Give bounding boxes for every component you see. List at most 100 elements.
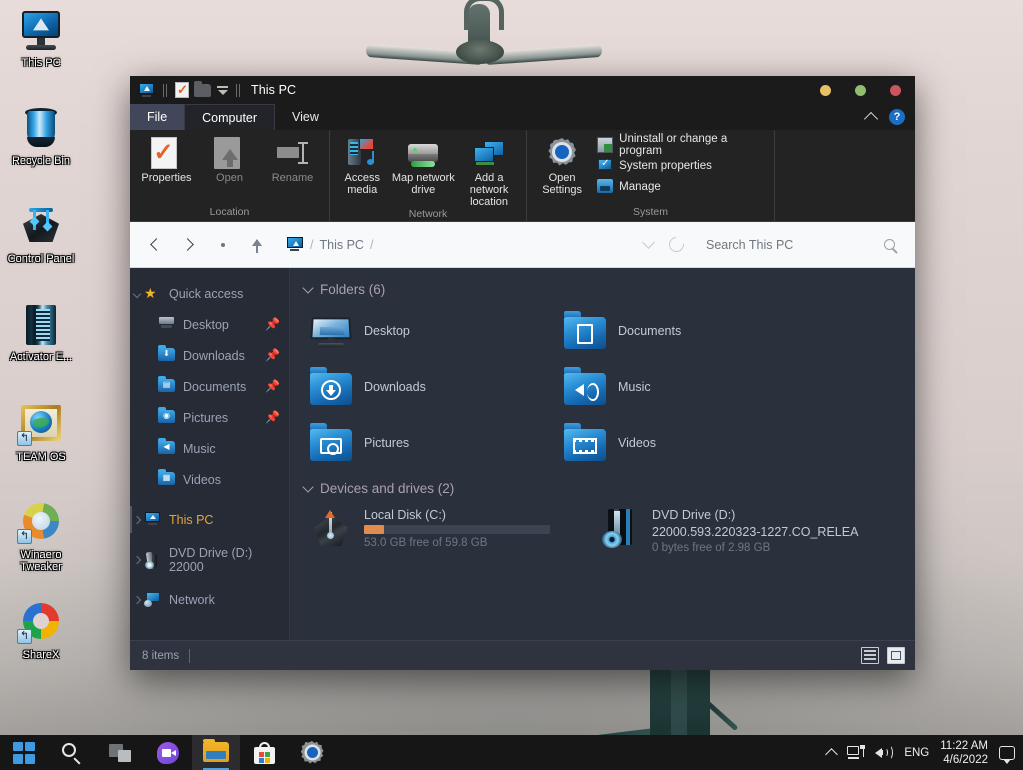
expand-arrow-icon[interactable]	[130, 555, 144, 564]
chat-button[interactable]	[144, 735, 192, 770]
pin-icon[interactable]: 📌	[265, 411, 280, 423]
dropdown-caret-icon[interactable]	[216, 85, 228, 95]
folder-tile-videos[interactable]: Videos	[552, 415, 806, 471]
sidebar-item-network[interactable]: Network	[130, 584, 289, 615]
language-indicator[interactable]: ENG	[904, 747, 929, 759]
folder-tile-desktop[interactable]: Desktop	[298, 303, 552, 359]
sidebar-item-this-pc[interactable]: This PC	[130, 504, 289, 535]
close-button[interactable]	[890, 84, 901, 96]
drive-tile-dvd[interactable]: DVD Drive (D:) 22000.593.220323-1227.CO_…	[586, 502, 874, 564]
sidebar-item-desktop[interactable]: Desktop 📌	[130, 309, 289, 340]
window-title-bar[interactable]: This PC	[130, 76, 915, 104]
expand-arrow-icon[interactable]	[130, 595, 144, 604]
tab-view[interactable]: View	[275, 104, 336, 130]
properties-icon[interactable]	[175, 82, 189, 98]
sidebar-item-downloads[interactable]: ⬇ Downloads 📌	[130, 340, 289, 371]
ribbon-tab-bar[interactable]: File Computer View ?	[130, 104, 915, 130]
breadcrumb-item-this-pc[interactable]: This PC	[319, 238, 363, 252]
pin-icon[interactable]: 📌	[265, 318, 280, 330]
map-network-drive-button[interactable]: Map network drive	[391, 134, 457, 196]
up-button[interactable]	[240, 229, 274, 261]
search-button[interactable]	[48, 735, 96, 770]
system-properties-item[interactable]: System properties	[597, 155, 768, 176]
properties-button[interactable]: Properties	[136, 134, 197, 184]
sidebar-item-documents[interactable]: ▤ Documents 📌	[130, 371, 289, 402]
help-button[interactable]: ?	[889, 109, 905, 125]
collapse-ribbon-icon[interactable]	[863, 111, 879, 127]
clock[interactable]: 11:22 AM 4/6/2022	[940, 739, 988, 767]
desktop-icon-recycle-bin[interactable]: Recycle Bin	[2, 106, 80, 167]
tray-overflow-button[interactable]	[825, 746, 839, 761]
drive-name: Local Disk (C:)	[364, 508, 446, 522]
sidebar-item-quick-access[interactable]: ★ Quick access	[130, 278, 289, 309]
taskbar[interactable]: ENG 11:22 AM 4/6/2022	[0, 735, 1023, 770]
microsoft-store-button[interactable]	[240, 735, 288, 770]
uninstall-or-change-program-item[interactable]: Uninstall or change a program	[597, 133, 768, 157]
folder-tile-documents[interactable]: Documents	[552, 303, 806, 359]
search-input[interactable]: Search This PC	[700, 230, 903, 260]
folder-icon[interactable]	[194, 80, 211, 97]
forward-button[interactable]	[172, 229, 206, 261]
folder-tile-pictures[interactable]: Pictures	[298, 415, 552, 471]
add-network-location-button[interactable]: Add a network location	[458, 134, 520, 208]
tab-file[interactable]: File	[130, 104, 185, 130]
chevron-down-icon[interactable]	[302, 480, 314, 493]
details-view-button[interactable]	[861, 647, 879, 664]
maximize-button[interactable]	[855, 84, 866, 96]
devices-group-header[interactable]: Devices and drives (2)	[302, 480, 915, 496]
desktop-icon-this-pc[interactable]: This PC	[2, 8, 80, 69]
desktop-icon-control-panel[interactable]: Control Panel	[2, 204, 80, 265]
tab-computer[interactable]: Computer	[184, 104, 276, 130]
expand-arrow-icon[interactable]	[130, 289, 144, 298]
recent-locations-button[interactable]	[206, 229, 240, 261]
large-icons-view-button[interactable]	[887, 647, 905, 664]
quick-access-toolbar[interactable]	[138, 80, 243, 98]
content-pane[interactable]: Folders (6) Desktop Documents Downloads …	[290, 268, 915, 640]
folders-group-header[interactable]: Folders (6)	[302, 281, 915, 297]
chevron-down-icon[interactable]	[302, 281, 314, 294]
ribbon[interactable]: Properties Open Rename Location	[130, 130, 915, 222]
notifications-button[interactable]	[999, 745, 1015, 764]
network-status-button[interactable]	[847, 745, 865, 760]
system-tray[interactable]: ENG 11:22 AM 4/6/2022	[825, 739, 1015, 767]
folder-tile-music[interactable]: Music	[552, 359, 806, 415]
store-icon	[253, 741, 275, 764]
desktop-icon-sharex[interactable]: ↰ ShareX	[2, 600, 80, 661]
pin-icon[interactable]: 📌	[265, 349, 280, 361]
desktop-icon-winaero-tweaker[interactable]: ↰ Winaero Tweaker	[2, 500, 80, 573]
desktop-icon-team-os[interactable]: ↰ TEAM OS	[2, 402, 80, 463]
access-media-button[interactable]: Access media	[336, 134, 389, 196]
desktop-icon	[158, 316, 176, 333]
breadcrumb-separator: /	[369, 237, 374, 252]
file-explorer-window[interactable]: This PC File Computer View ? Properties	[130, 76, 915, 670]
open-button[interactable]: Open	[199, 134, 260, 184]
desktop-icon-label: Activator E...	[9, 351, 73, 363]
minimize-button[interactable]	[820, 84, 831, 96]
window-controls[interactable]	[820, 76, 901, 104]
file-explorer-button[interactable]	[192, 735, 240, 770]
address-bar[interactable]: / This PC / Search This PC	[130, 222, 915, 268]
refresh-icon[interactable]	[665, 233, 688, 256]
group-header-label: Folders (6)	[320, 282, 386, 297]
drive-tile-local-disk[interactable]: Local Disk (C:) 53.0 GB free of 59.8 GB	[298, 502, 586, 564]
history-dropdown-icon[interactable]	[642, 236, 655, 249]
settings-button[interactable]	[288, 735, 336, 770]
sidebar-item-dvd-drive[interactable]: DVD Drive (D:) 22000	[130, 544, 289, 575]
sidebar-item-videos[interactable]: ▦ Videos	[130, 464, 289, 495]
folder-tile-downloads[interactable]: Downloads	[298, 359, 552, 415]
volume-button[interactable]	[875, 745, 894, 760]
pin-icon[interactable]: 📌	[265, 380, 280, 392]
open-settings-button[interactable]: Open Settings	[533, 134, 591, 196]
sidebar-item-pictures[interactable]: ◉ Pictures 📌	[130, 402, 289, 433]
breadcrumb[interactable]: / This PC /	[274, 237, 644, 252]
task-view-button[interactable]	[96, 735, 144, 770]
navigation-pane[interactable]: ★ Quick access Desktop 📌 ⬇ Downloads 📌 ▤…	[130, 268, 290, 640]
back-button[interactable]	[138, 229, 172, 261]
manage-item[interactable]: Manage	[597, 176, 768, 197]
start-button[interactable]	[0, 735, 48, 770]
rename-button[interactable]: Rename	[262, 134, 323, 184]
videos-folder-icon: ▦	[158, 468, 176, 488]
desktop-icon-activator[interactable]: Activator E...	[2, 302, 80, 363]
sidebar-item-music[interactable]: ◀ Music	[130, 433, 289, 464]
expand-arrow-icon[interactable]	[130, 515, 144, 524]
